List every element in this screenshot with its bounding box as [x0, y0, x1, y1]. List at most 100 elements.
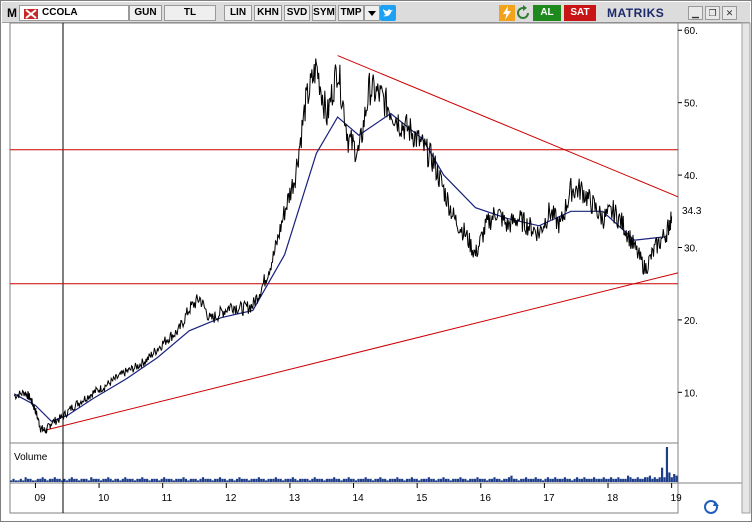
- x-tick-label-5: 14: [353, 493, 365, 504]
- volume-bar: [148, 480, 151, 482]
- volume-bar: [374, 478, 377, 482]
- volume-bar: [656, 478, 659, 482]
- volume-bar: [235, 478, 239, 482]
- volume-bar: [619, 478, 622, 482]
- volume-bar: [24, 477, 27, 482]
- volume-bar: [14, 480, 18, 482]
- volume-bar: [622, 478, 625, 482]
- volume-bar: [306, 478, 309, 482]
- volume-bar: [459, 477, 462, 482]
- volume-bar: [568, 478, 571, 482]
- volume-bar: [19, 478, 22, 482]
- volume-bar: [340, 480, 343, 482]
- volume-bar: [549, 478, 552, 482]
- volume-bar: [612, 478, 615, 482]
- volume-bar: [194, 478, 197, 482]
- volume-bar: [282, 480, 285, 482]
- y-tick-label-1: 20.: [684, 316, 698, 327]
- volume-bar: [478, 478, 481, 482]
- volume-bar: [605, 478, 608, 482]
- volume-bar: [558, 478, 562, 482]
- volume-bar: [464, 478, 467, 482]
- volume-bar: [447, 478, 450, 482]
- volume-bar: [80, 478, 83, 482]
- sync-icon[interactable]: [704, 500, 719, 514]
- y-tick-label-0: 10.: [684, 388, 698, 399]
- volume-bar: [267, 478, 270, 482]
- volume-bar: [515, 478, 518, 482]
- volume-bar: [172, 480, 175, 482]
- volume-bar: [65, 480, 69, 482]
- volume-bar: [109, 478, 112, 482]
- volume-bar: [381, 478, 384, 482]
- volume-bar: [99, 480, 103, 482]
- volume-bar: [260, 478, 263, 482]
- volume-bar: [192, 478, 195, 482]
- volume-bar: [405, 478, 409, 482]
- volume-bar: [39, 478, 42, 482]
- volume-bar: [490, 478, 494, 482]
- volume-bar: [126, 478, 129, 482]
- volume-bar: [231, 478, 234, 482]
- volume-bar: [624, 478, 627, 482]
- volume-bar: [507, 477, 511, 482]
- volume-bar: [532, 478, 535, 482]
- x-tick-label-6: 15: [416, 493, 428, 504]
- volume-bar: [204, 478, 207, 482]
- volume-bar: [641, 478, 644, 482]
- volume-bar: [320, 478, 324, 482]
- volume-bar: [167, 478, 171, 482]
- volume-bar: [17, 480, 20, 482]
- scrollbar[interactable]: [741, 22, 751, 514]
- volume-bar: [10, 480, 13, 482]
- volume-bar: [257, 477, 260, 482]
- volume-bar: [299, 478, 302, 482]
- volume-bar: [58, 478, 61, 482]
- volume-bar: [469, 478, 472, 482]
- volume-bar: [250, 478, 253, 482]
- volume-bar: [454, 478, 457, 482]
- volume-bar: [136, 478, 139, 482]
- price-chart[interactable]: 10. 20. 30. 40. 50. 60. 09 10 11 12 13 14 15 16 17 18 1…: [1, 1, 751, 521]
- volume-bar: [44, 478, 47, 482]
- volume-bar: [78, 480, 81, 482]
- volume-bar: [323, 480, 326, 482]
- volume-bar: [413, 478, 416, 482]
- volume-bar: [607, 478, 610, 482]
- volume-bar: [600, 478, 603, 482]
- volume-bar: [527, 478, 530, 482]
- price-plot-area: [9, 22, 679, 444]
- volume-bar: [551, 478, 554, 482]
- volume-bar: [318, 478, 321, 482]
- volume-bar: [648, 475, 652, 482]
- volume-bar: [216, 478, 219, 482]
- x-tick-label-0: 09: [34, 493, 46, 504]
- volume-bar: [34, 480, 37, 482]
- volume-bar: [133, 480, 137, 482]
- volume-bar: [255, 478, 258, 482]
- volume-bar: [420, 478, 423, 482]
- volume-bar: [226, 480, 229, 482]
- volume-bar: [46, 480, 49, 482]
- volume-bar: [449, 480, 452, 482]
- volume-bar: [435, 480, 438, 482]
- volume-bar: [330, 478, 333, 482]
- volume-bar: [87, 480, 90, 482]
- volume-bar: [384, 478, 387, 482]
- y-tick-label-4: 50.: [684, 99, 698, 110]
- volume-bar: [471, 478, 474, 482]
- volume-bar: [590, 478, 593, 482]
- volume-bar: [262, 478, 265, 482]
- volume-bar: [430, 478, 433, 482]
- volume-bar: [554, 477, 557, 482]
- volume-bar: [398, 478, 401, 482]
- volume-bar: [609, 477, 613, 482]
- volume-bar: [466, 480, 469, 482]
- volume-bar: [240, 478, 243, 482]
- volume-bar: [350, 478, 353, 482]
- volume-bar: [418, 480, 421, 482]
- volume-bar: [595, 478, 598, 482]
- volume-bar: [56, 478, 59, 482]
- volume-bar: [626, 475, 630, 482]
- volume-bar: [415, 478, 418, 482]
